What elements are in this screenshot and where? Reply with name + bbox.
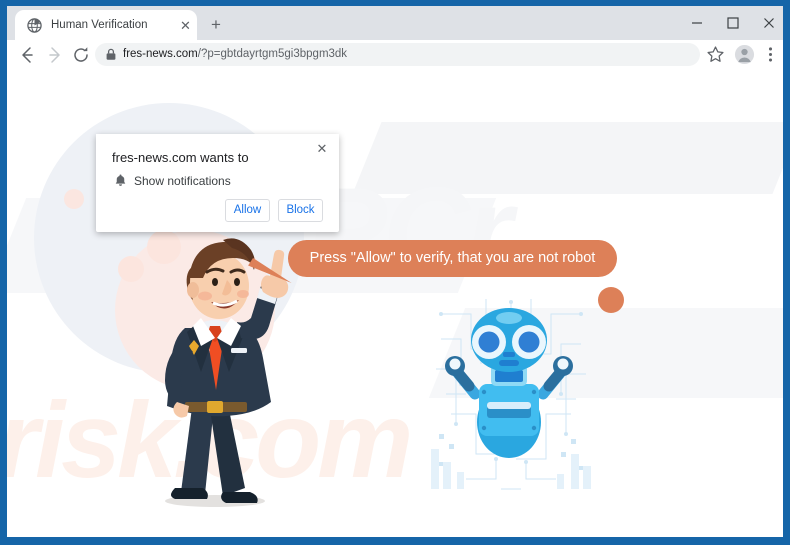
tab-human-verification[interactable]: Human Verification ✕	[15, 10, 197, 40]
page-viewport: PCr risk.com	[7, 70, 783, 537]
allow-button[interactable]: Allow	[225, 199, 270, 222]
avatar-icon[interactable]	[734, 44, 755, 65]
forward-button[interactable]	[43, 43, 67, 67]
tab-close-icon[interactable]: ✕	[178, 18, 193, 33]
speech-bubble: Press "Allow" to verify, that you are no…	[288, 240, 617, 277]
reload-button[interactable]	[69, 43, 93, 67]
background-dot-orange	[598, 287, 624, 313]
window-minimize-button[interactable]	[679, 8, 715, 38]
background-circle-pink	[64, 189, 84, 209]
address-bar[interactable]: fres-news.com/?p=gbtdayrtgm5gi3bpgm3dk	[95, 43, 700, 66]
block-button[interactable]: Block	[278, 199, 323, 222]
bell-icon	[113, 173, 128, 188]
window-close-button[interactable]	[751, 8, 783, 38]
tab-strip: Human Verification ✕ +	[7, 6, 783, 40]
globe-icon	[27, 18, 42, 33]
notification-permission-dialog: ✕ fres-news.com wants to Show notificati…	[96, 134, 339, 232]
browser-window-frame: Human Verification ✕ + fres-news.com/?p=…	[0, 0, 790, 545]
browser-toolbar: fres-news.com/?p=gbtdayrtgm5gi3bpgm3dk	[7, 40, 783, 70]
browser-window: Human Verification ✕ + fres-news.com/?p=…	[7, 6, 783, 537]
back-button[interactable]	[15, 43, 39, 67]
new-tab-button[interactable]: +	[204, 13, 228, 37]
blue-robot-illustration	[445, 308, 573, 458]
close-icon[interactable]: ✕	[313, 140, 331, 158]
url-host: fres-news.com	[123, 48, 198, 60]
businessman-pointing-illustration	[165, 238, 289, 507]
url-text: fres-news.com/?p=gbtdayrtgm5gi3bpgm3dk	[123, 46, 347, 63]
speech-bubble-text: Press "Allow" to verify, that you are no…	[309, 250, 596, 266]
dialog-title: fres-news.com wants to	[112, 150, 249, 165]
tab-title: Human Verification	[51, 19, 148, 31]
window-maximize-button[interactable]	[715, 8, 751, 38]
url-path: /?p=gbtdayrtgm5gi3bpgm3dk	[197, 48, 348, 60]
star-icon[interactable]	[705, 44, 726, 65]
three-dots-icon[interactable]	[760, 44, 781, 65]
permission-label: Show notifications	[134, 174, 231, 188]
lock-icon	[105, 48, 117, 61]
